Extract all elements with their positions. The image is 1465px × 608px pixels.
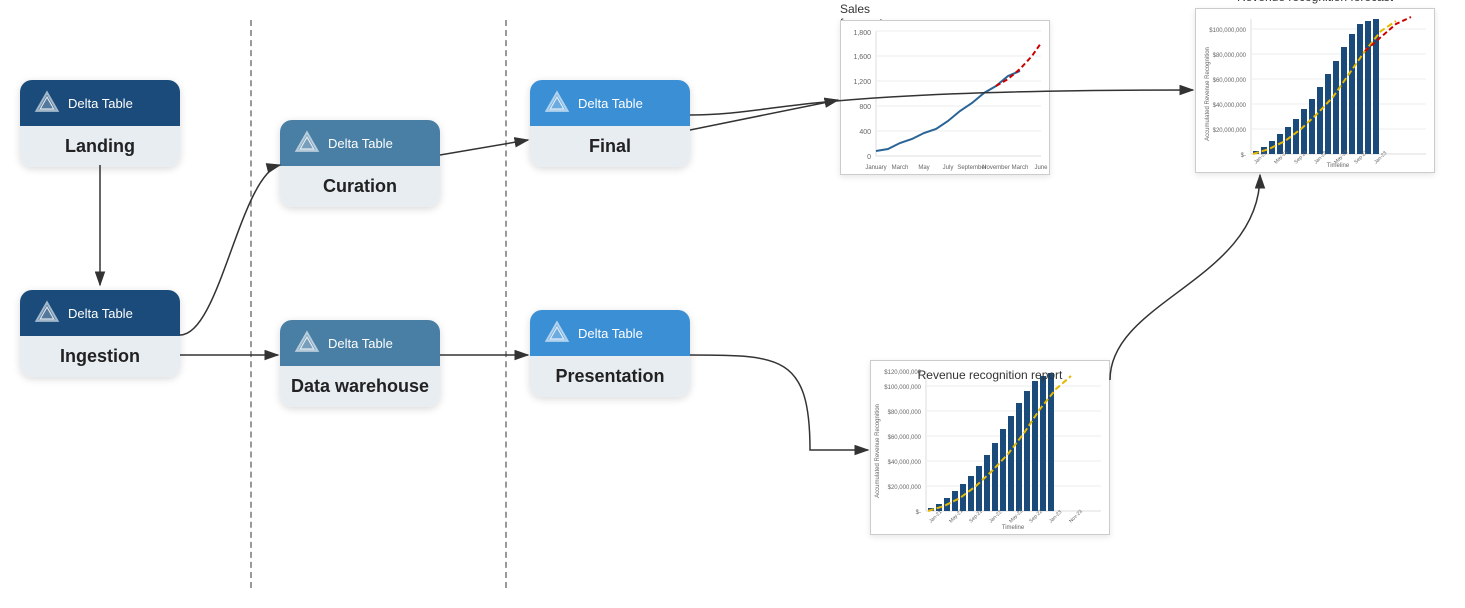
svg-text:$100,000,000: $100,000,000 [884, 385, 921, 391]
node-label-datawarehouse: Data warehouse [280, 366, 440, 407]
svg-text:0: 0 [867, 154, 871, 161]
svg-text:May: May [918, 165, 929, 171]
node-header-curation: Delta Table [328, 136, 393, 151]
node-datawarehouse[interactable]: Delta Table Data warehouse [280, 320, 440, 407]
svg-text:$100,000,000: $100,000,000 [1209, 28, 1246, 34]
node-label-presentation: Presentation [530, 356, 690, 397]
delta-icon-datawarehouse [294, 330, 320, 356]
node-header-final: Delta Table [578, 96, 643, 111]
node-header-datawarehouse: Delta Table [328, 336, 393, 351]
svg-text:1,600: 1,600 [853, 54, 871, 61]
node-presentation[interactable]: Delta Table Presentation [530, 310, 690, 397]
delta-icon-curation [294, 130, 320, 156]
node-header-presentation: Delta Table [578, 326, 643, 341]
divider-1 [250, 20, 252, 588]
chart-rev-forecast-title: Revenue recognition forecast [1195, 0, 1435, 4]
svg-text:November: November [982, 165, 1010, 171]
svg-text:July: July [943, 165, 954, 171]
svg-text:Accumulated Revenue Recognitio: Accumulated Revenue Recognition [1205, 47, 1211, 141]
node-label-final: Final [530, 126, 690, 167]
svg-text:400: 400 [859, 129, 871, 136]
svg-text:Accumulated Revenue Recognitio: Accumulated Revenue Recognition [875, 404, 881, 498]
svg-text:June: June [1034, 165, 1048, 171]
svg-text:Sep-22: Sep-22 [1353, 150, 1369, 166]
svg-text:$80,000,000: $80,000,000 [888, 410, 922, 416]
node-label-ingestion: Ingestion [20, 336, 180, 377]
svg-text:1,800: 1,800 [853, 30, 871, 37]
svg-text:$60,000,000: $60,000,000 [1213, 78, 1247, 84]
svg-text:$40,000,000: $40,000,000 [888, 460, 922, 466]
divider-2 [505, 20, 507, 588]
chart-sales-forecast: 0 400 800 1,200 1,600 1,800 January Marc… [840, 20, 1050, 175]
svg-text:$20,000,000: $20,000,000 [1213, 128, 1247, 134]
node-header-ingestion: Delta Table [68, 306, 133, 321]
svg-text:$20,000,000: $20,000,000 [888, 485, 922, 491]
svg-text:$60,000,000: $60,000,000 [888, 435, 922, 441]
diagram-container: Delta Table Landing Delta Table Ingestio… [0, 0, 1465, 608]
svg-text:March: March [1012, 165, 1029, 171]
sales-forecast-svg: 0 400 800 1,200 1,600 1,800 January Marc… [841, 21, 1051, 176]
node-label-landing: Landing [20, 126, 180, 167]
svg-text:March: March [892, 165, 909, 171]
node-final[interactable]: Delta Table Final [530, 80, 690, 167]
svg-text:$-: $- [1241, 153, 1246, 159]
chart-rev-report: Accumulated Revenue Recognition $- $20,0… [870, 360, 1110, 535]
svg-text:$40,000,000: $40,000,000 [1213, 103, 1247, 109]
delta-icon-final [544, 90, 570, 116]
node-landing[interactable]: Delta Table Landing [20, 80, 180, 167]
node-curation[interactable]: Delta Table Curation [280, 120, 440, 207]
delta-icon-presentation [544, 320, 570, 346]
delta-icon-landing [34, 90, 60, 116]
node-header-landing: Delta Table [68, 96, 133, 111]
delta-icon-ingestion [34, 300, 60, 326]
svg-text:Timeline: Timeline [1002, 525, 1025, 531]
node-label-curation: Curation [280, 166, 440, 207]
svg-text:800: 800 [859, 104, 871, 111]
chart-rev-forecast: Accumulated Revenue Recognition $- $20,0… [1195, 8, 1435, 173]
rev-forecast-svg: Accumulated Revenue Recognition $- $20,0… [1196, 9, 1436, 174]
svg-text:$80,000,000: $80,000,000 [1213, 53, 1247, 59]
svg-text:January: January [865, 165, 886, 171]
chart-rev-report-title: Revenue recognition report [870, 368, 1110, 382]
svg-text:1,200: 1,200 [853, 79, 871, 86]
svg-text:$-: $- [916, 510, 921, 516]
rev-report-svg: Accumulated Revenue Recognition $- $20,0… [871, 361, 1111, 536]
node-ingestion[interactable]: Delta Table Ingestion [20, 290, 180, 377]
